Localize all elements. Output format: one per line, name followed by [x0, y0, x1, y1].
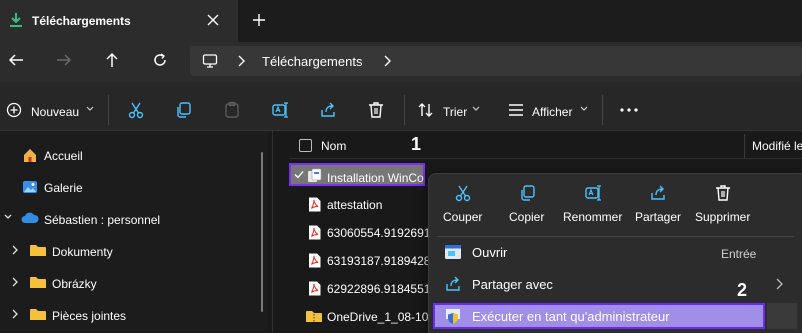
sidebar-item-home[interactable]: Accueil	[44, 149, 83, 163]
cut-button[interactable]: Couper	[443, 210, 482, 224]
header-divider	[290, 158, 802, 159]
arrow-left-icon[interactable]	[8, 52, 24, 68]
toolbar-divider	[404, 95, 405, 125]
sort-icon[interactable]	[417, 102, 435, 118]
menu-separator	[437, 236, 794, 237]
menu-item-share-with[interactable]: Partager avec	[472, 277, 553, 292]
column-header-modified[interactable]: Modifié le	[752, 139, 802, 153]
app-window-icon	[444, 244, 462, 260]
menu-item-hover-fill	[767, 303, 797, 329]
gallery-icon	[22, 179, 38, 195]
step-marker-2: 2	[737, 280, 748, 300]
sidebar-scrollbar[interactable]	[261, 152, 263, 312]
file-name[interactable]: 63193187.91894285.	[327, 254, 428, 268]
new-button[interactable]: Nouveau	[31, 105, 79, 119]
folder-zip-icon	[306, 310, 322, 323]
view-icon[interactable]	[508, 103, 524, 117]
file-name[interactable]: attestation	[327, 198, 382, 212]
copy-icon[interactable]	[519, 184, 537, 202]
pdf-icon	[308, 281, 321, 296]
refresh-icon[interactable]	[152, 52, 168, 68]
column-divider[interactable]	[744, 134, 745, 158]
arrow-up-icon[interactable]	[104, 52, 120, 68]
file-name[interactable]: 62922896.91845512.	[327, 282, 428, 296]
select-all-checkbox[interactable]	[299, 139, 312, 152]
folder-icon	[30, 276, 46, 289]
file-name[interactable]: 63060554.91926915.	[327, 226, 428, 240]
chevron-right-icon[interactable]	[236, 55, 246, 67]
chevron-right-icon[interactable]	[11, 309, 19, 319]
share-button[interactable]: Partager	[635, 210, 681, 224]
tab-title: Téléchargements	[32, 14, 131, 28]
toolbar-divider	[108, 95, 109, 125]
view-button[interactable]: Afficher	[532, 105, 572, 119]
pdf-icon	[308, 225, 321, 240]
arrow-right-icon[interactable]	[56, 52, 72, 68]
chevron-right-icon[interactable]	[11, 277, 19, 287]
share-with-icon	[444, 276, 462, 292]
chevron-right-icon[interactable]	[382, 55, 392, 67]
rename-button[interactable]: Renommer	[563, 210, 622, 224]
menu-item-open[interactable]: Ouvrir	[472, 245, 507, 260]
file-name[interactable]: Installation WinCo	[327, 171, 424, 185]
navigation-pane	[0, 131, 268, 332]
installer-icon	[306, 168, 322, 184]
breadcrumb-downloads[interactable]: Téléchargements	[262, 54, 362, 69]
chevron-down-icon[interactable]	[4, 213, 12, 221]
toolbar-divider	[602, 95, 603, 125]
sidebar-item-gallery[interactable]: Galerie	[44, 181, 83, 195]
chevron-down-icon[interactable]	[86, 106, 94, 112]
menu-item-run-as-admin[interactable]: Exécuter en tant qu'administrateur	[472, 309, 670, 324]
rename-icon[interactable]	[584, 184, 602, 202]
download-icon	[8, 12, 24, 28]
delete-button[interactable]: Supprimer	[695, 210, 750, 224]
shield-icon	[444, 307, 462, 325]
copy-button[interactable]: Copier	[509, 210, 544, 224]
pdf-icon	[308, 253, 321, 268]
column-header-name[interactable]: Nom	[321, 139, 346, 153]
sidebar-item-onedrive[interactable]: Sébastien : personnel	[44, 213, 160, 227]
step-marker-1: 1	[411, 134, 422, 154]
folder-icon	[30, 244, 46, 257]
shortcut-label: Entrée	[721, 247, 757, 261]
command-bar	[0, 82, 802, 131]
scissors-icon[interactable]	[454, 184, 472, 202]
chevron-down-icon[interactable]	[580, 106, 588, 112]
cloud-icon	[21, 211, 39, 225]
more-icon[interactable]	[620, 108, 638, 112]
monitor-icon	[202, 53, 218, 69]
paste-icon[interactable]	[223, 101, 241, 119]
trash-icon[interactable]	[714, 184, 732, 202]
home-icon	[22, 147, 38, 163]
copy-icon[interactable]	[175, 101, 193, 119]
chevron-right-icon[interactable]	[775, 278, 783, 290]
plus-circle-icon[interactable]	[6, 102, 22, 118]
chevron-right-icon[interactable]	[11, 245, 19, 255]
share-icon[interactable]	[649, 184, 667, 202]
checkmark-icon[interactable]	[294, 170, 304, 179]
file-name[interactable]: OneDrive_1_08-10-2	[327, 310, 428, 324]
share-icon[interactable]	[319, 101, 337, 119]
pdf-icon	[308, 197, 321, 212]
trash-icon[interactable]	[367, 101, 385, 119]
scissors-icon[interactable]	[127, 101, 145, 119]
sort-button[interactable]: Trier	[443, 105, 467, 119]
sidebar-item-attachments[interactable]: Pièces jointes	[52, 309, 126, 323]
sidebar-item-pictures[interactable]: Obrázky	[52, 277, 97, 291]
sidebar-item-documents[interactable]: Dokumenty	[52, 245, 113, 259]
rename-icon[interactable]	[271, 101, 289, 119]
plus-icon[interactable]	[252, 13, 266, 27]
folder-icon	[30, 308, 46, 321]
close-icon[interactable]	[206, 13, 220, 27]
chevron-down-icon[interactable]	[472, 106, 480, 112]
